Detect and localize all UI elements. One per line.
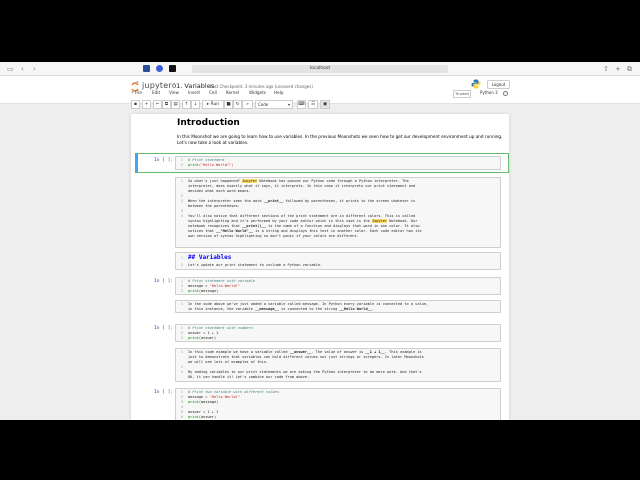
restart-icon[interactable]: ↻ (233, 100, 242, 109)
address-bar[interactable]: localhost (192, 65, 448, 73)
code-cell-4[interactable]: In [ ]: 1 # Print two variable with diffe… (131, 388, 509, 420)
browser-toolbar: ▭ ‹ › localhost ⇧ + ⧉ (0, 62, 640, 76)
code-line: 3 print(message) (180, 289, 219, 293)
md-line: 1 ## Variables (180, 254, 232, 261)
cell-prompt: In [ ]: (154, 158, 173, 163)
notebook-title[interactable]: 01. Variables (172, 82, 214, 90)
favicon-1-icon[interactable] (143, 65, 150, 72)
move-down-icon[interactable]: ↓ (191, 100, 200, 109)
cell-type-value: Code (258, 102, 269, 107)
chevron-down-icon: ▾ (287, 102, 290, 107)
cell-prompt: In [ ]: (154, 326, 173, 331)
code-editor[interactable]: 1 # Print statement 2 print("Hello World!"… (175, 156, 501, 170)
markdown-cell-2[interactable]: 1 ## Variables 2 Let's update our print st… (131, 252, 509, 272)
stop-icon[interactable]: ■ (224, 100, 233, 109)
cell-type-select[interactable]: Code ▾ (255, 100, 293, 109)
add-cell-icon[interactable]: + (142, 100, 151, 109)
code-cell-2[interactable]: In [ ]: 1 # Print statement with variable… (131, 277, 509, 297)
menu-help[interactable]: Help (274, 90, 284, 95)
md-line: 2 Let's update our print statement to inc… (180, 263, 323, 267)
markdown-editor[interactable]: 1 In this code example we have a variable… (175, 348, 501, 382)
move-up-icon[interactable]: ↑ (182, 100, 191, 109)
markdown-editor[interactable]: 1 So what's just happened? Jupyter Notebo… (175, 177, 501, 248)
code-editor[interactable]: 1 # Print statement with numbers 2 answer … (175, 324, 501, 342)
save-icon[interactable]: ▪ (131, 100, 140, 109)
cell-prompt: In [ ]: (154, 279, 173, 284)
logout-button[interactable]: Logout (487, 80, 510, 89)
code-line: 6 print(answer) (180, 415, 217, 419)
trusted-badge[interactable]: Trusted (453, 90, 471, 98)
menu-kernel[interactable]: Kernel (226, 90, 239, 95)
jupyter-logo-text[interactable]: jupyter (142, 81, 172, 90)
menu-widgets[interactable]: Widgets (249, 90, 266, 95)
forward-icon[interactable]: › (33, 65, 36, 73)
kernel-status-icon (503, 91, 508, 96)
markdown-cell-4[interactable]: 1 In this code example we have a variable… (131, 348, 509, 384)
checkpoint-status: Last Checkpoint: 3 minutes ago (unsaved … (210, 84, 313, 89)
menu-edit[interactable]: Edit (152, 90, 160, 95)
kernel-name[interactable]: Python 3 (480, 90, 498, 95)
back-icon[interactable]: ‹ (21, 65, 24, 73)
command-palette-icon[interactable]: ☰ (308, 100, 318, 109)
paste-icon[interactable]: ▤ (171, 100, 180, 109)
menu-cell[interactable]: Cell (209, 90, 217, 95)
share-icon[interactable]: ⇧ (603, 65, 609, 73)
screen: ▭ ‹ › localhost ⇧ + ⧉ jupyter 01. Variab… (0, 62, 640, 420)
menu-file[interactable]: File (135, 90, 142, 95)
favicon-2-icon[interactable] (156, 65, 163, 72)
restart-run-all-icon[interactable]: » (242, 100, 253, 109)
markdown-cell-intro[interactable]: Introduction In this Moonshot we are goi… (131, 114, 509, 154)
code-cell-1[interactable]: In [ ]: 1 # Print statement 2 print("Hello… (131, 156, 509, 172)
intro-heading: Introduction (177, 118, 240, 128)
md-line: in this instance, the variable __message… (188, 307, 375, 311)
code-editor[interactable]: 1 # Print two variable with different val… (175, 388, 501, 420)
sidebar-icon[interactable]: ▭ (7, 65, 14, 73)
new-tab-icon[interactable]: + (615, 65, 621, 73)
tabs-overview-icon[interactable]: ⧉ (627, 65, 632, 73)
markdown-editor[interactable]: 1 ## Variables 2 Let's update our print st… (175, 252, 501, 270)
run-button[interactable]: ▸ Run (202, 100, 224, 109)
toggle-toolbar-icon[interactable]: ▣ (320, 100, 330, 109)
markdown-cell-3[interactable]: 1 In the code above we've just added a va… (131, 300, 509, 314)
cut-icon[interactable]: ✂ (153, 100, 162, 109)
code-line: 2 print("Hello World!") (180, 163, 234, 167)
md-line: own version of syntax highlighting so do… (188, 234, 359, 238)
md-line: OK, it can handle it! Let's combine our … (188, 375, 310, 379)
menu-view[interactable]: View (169, 90, 179, 95)
python-logo-icon (471, 79, 481, 89)
intro-paragraph-2: Let's now take a look at variables. (177, 140, 249, 145)
code-editor[interactable]: 1 # Print statement with variable 2 messag… (175, 277, 501, 295)
notebook-panel: Introduction In this Moonshot we are goi… (131, 114, 509, 420)
markdown-editor[interactable]: 1 In the code above we've just added a va… (175, 300, 501, 313)
code-line: 3 print(answer) (180, 336, 217, 340)
cell-prompt: In [ ]: (154, 390, 173, 395)
favicon-3-icon[interactable] (169, 65, 176, 72)
copy-icon[interactable]: ⧉ (162, 100, 171, 109)
code-cell-3[interactable]: In [ ]: 1 # Print statement with numbers … (131, 324, 509, 344)
keyboard-icon[interactable]: ⌨ (297, 100, 306, 109)
markdown-cell-1[interactable]: 1 So what's just happened? Jupyter Notebo… (131, 177, 509, 249)
menu-insert[interactable]: Insert (188, 90, 200, 95)
